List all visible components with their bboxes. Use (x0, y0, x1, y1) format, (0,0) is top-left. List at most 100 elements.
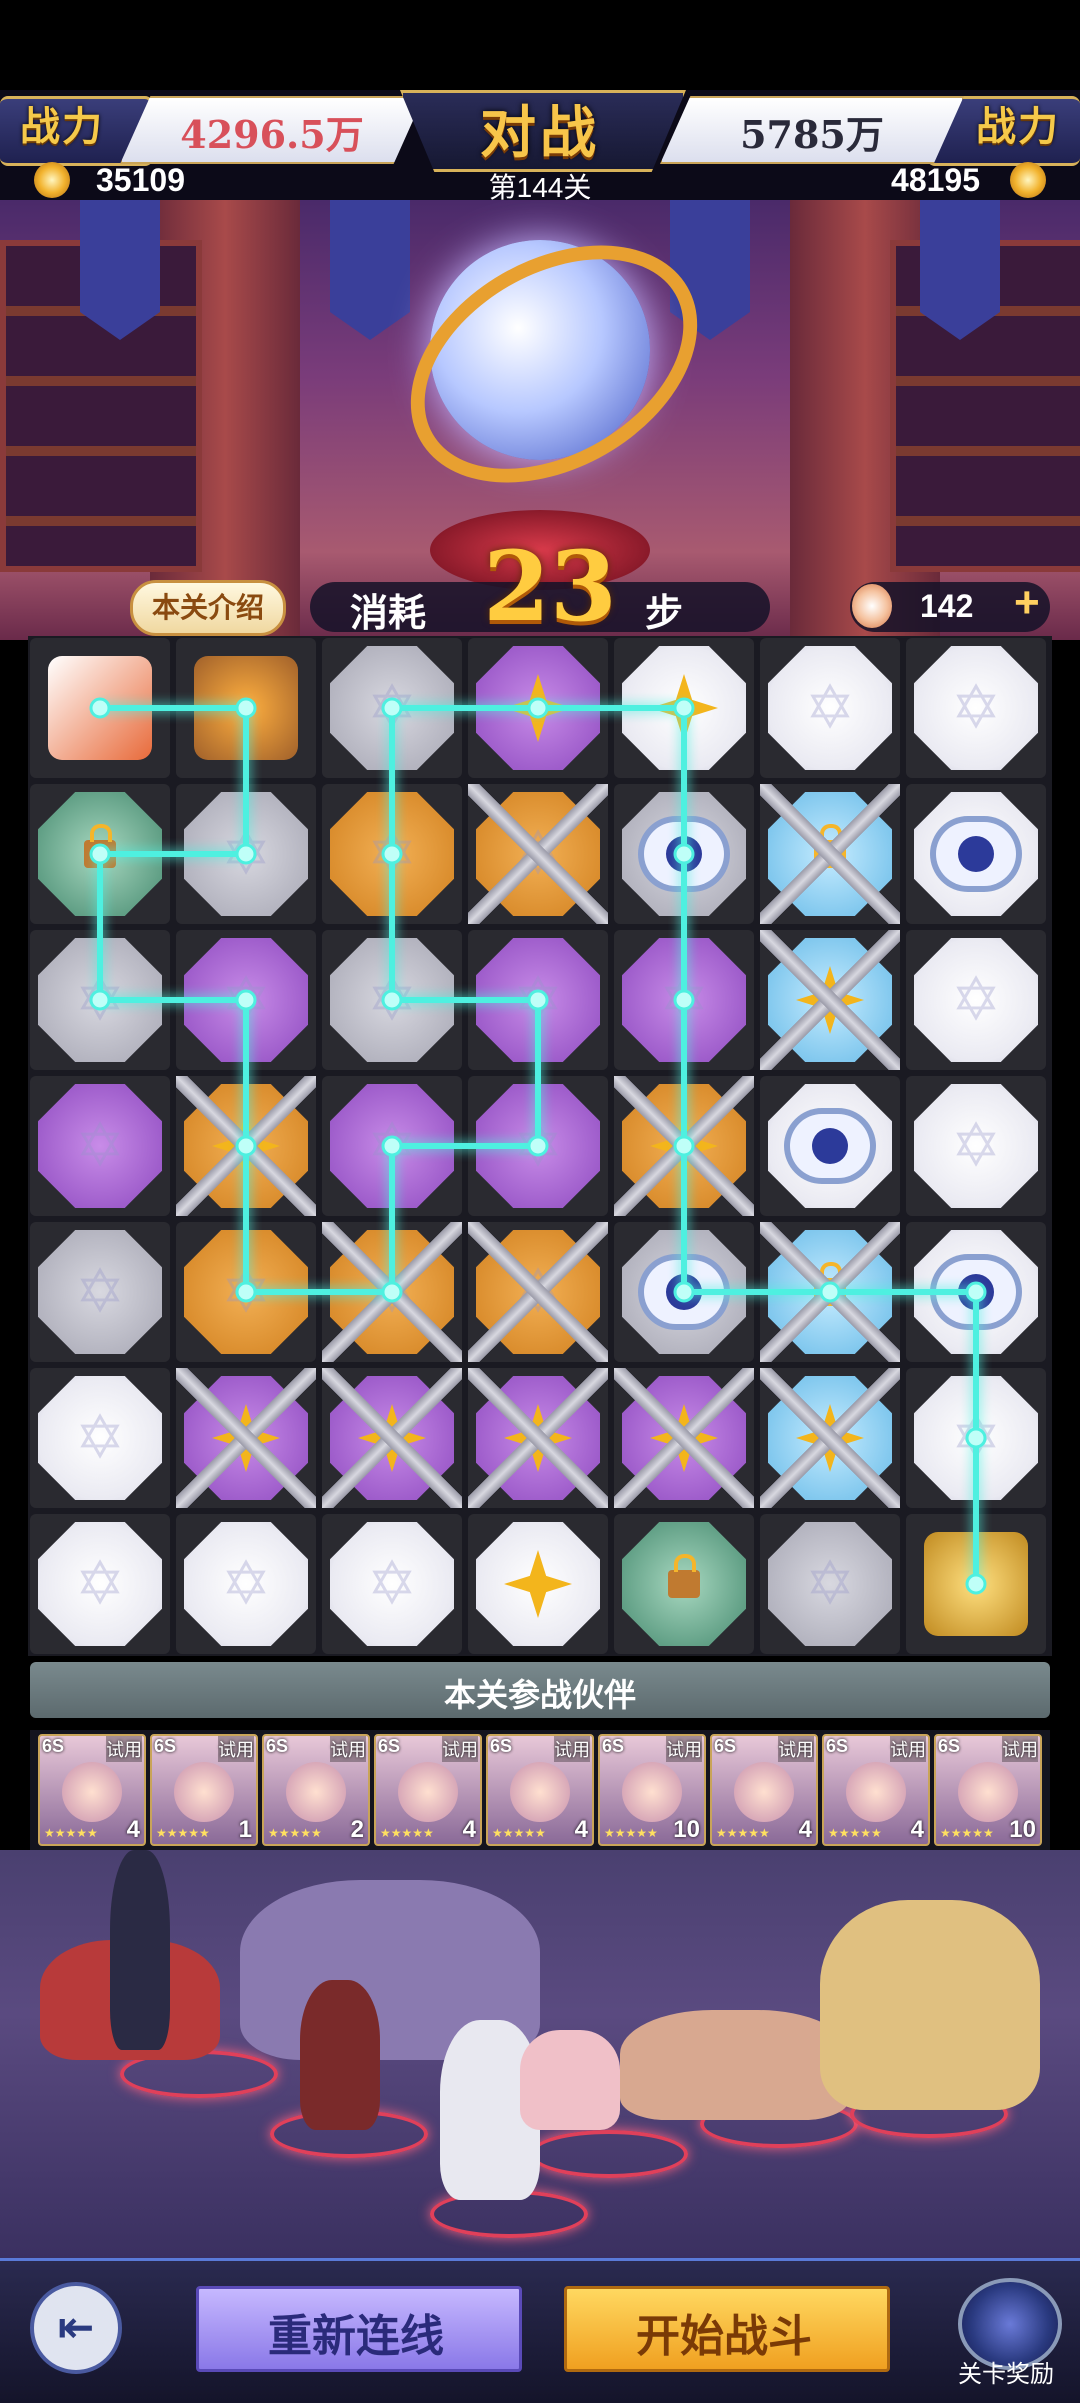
board-cell-white-bolt[interactable] (468, 1514, 608, 1654)
board-cell-purple[interactable]: ✡ (468, 930, 608, 1070)
board-cell-white-cloud[interactable] (906, 1222, 1046, 1362)
star-emblem-icon: ✡ (366, 1550, 418, 1617)
board-cell-orange[interactable]: ✡ (176, 1222, 316, 1362)
partner-card[interactable]: 6S 试用 ★★★★★ 4 (822, 1734, 930, 1846)
board-cell-green-lantern[interactable] (30, 784, 170, 924)
board-cell-white-bolt[interactable] (614, 638, 754, 778)
board-cell-grey[interactable]: ✡ (322, 930, 462, 1070)
board-cell-blue-lock-chain[interactable] (760, 784, 900, 924)
start-battle-label[interactable]: 开始战斗 (564, 2300, 884, 2364)
board-cell-orange-bolt-chain[interactable] (176, 1076, 316, 1216)
trophy-icon (924, 1532, 1028, 1636)
board-cell-white[interactable]: ✡ (906, 1368, 1046, 1508)
board-cell-orange-chain[interactable]: ✡ (468, 784, 608, 924)
star-emblem-icon: ✡ (220, 1550, 272, 1617)
board-cell-orange-chain[interactable]: ✡ (322, 1222, 462, 1362)
board-cell-torch[interactable] (176, 638, 316, 778)
coin-icon (34, 162, 70, 198)
board-cell-orange-bolt-chain[interactable] (614, 1076, 754, 1216)
board-cell-purple[interactable]: ✡ (176, 930, 316, 1070)
board-cell-blue-bolt-chain[interactable] (760, 1368, 900, 1508)
partner-level: 4 (462, 1816, 476, 1843)
board-cell-grey[interactable]: ✡ (322, 638, 462, 778)
step-unit: 步 (645, 593, 684, 635)
board-cell-purple[interactable]: ✡ (614, 930, 754, 1070)
rewire-label[interactable]: 重新连线 (196, 2300, 516, 2364)
board-cell-grey[interactable]: ✡ (30, 1222, 170, 1362)
partner-tier: 6S (714, 1736, 737, 1756)
board-cell-white[interactable]: ✡ (906, 930, 1046, 1070)
left-power-box: 4296.5万 (120, 96, 424, 164)
partner-trial-badge: 试用 (554, 1736, 590, 1762)
angel-knight-unit (820, 1900, 1040, 2110)
board-cell-white[interactable]: ✡ (906, 1076, 1046, 1216)
partner-trial-badge: 试用 (1002, 1736, 1038, 1762)
board-cell-grey-cloud[interactable] (614, 784, 754, 924)
partner-card[interactable]: 6S 试用 ★★★★★ 2 (262, 1734, 370, 1846)
partner-stars: ★★★★★ (268, 1826, 322, 1840)
board-cell-white[interactable]: ✡ (30, 1514, 170, 1654)
partner-card[interactable]: 6S 试用 ★★★★★ 4 (38, 1734, 146, 1846)
status-bar (0, 0, 1080, 90)
board-cell-trophy[interactable] (906, 1514, 1046, 1654)
board-cell-orange-chain[interactable]: ✡ (468, 1222, 608, 1362)
partner-tier: 6S (938, 1736, 961, 1756)
board-cell-purple[interactable]: ✡ (322, 1076, 462, 1216)
board-cell-purple-bolt-chain[interactable] (322, 1368, 462, 1508)
partner-card[interactable]: 6S 试用 ★★★★★ 4 (374, 1734, 482, 1846)
partner-tier: 6S (490, 1736, 513, 1756)
board-cell-purple-bolt-chain[interactable] (468, 1368, 608, 1508)
star-emblem-icon: ✡ (658, 966, 710, 1033)
partner-portrait (62, 1762, 122, 1822)
reward-label[interactable]: 关卡奖励 (950, 2354, 1062, 2389)
board-cell-white[interactable]: ✡ (176, 1514, 316, 1654)
battle-title: 对战 (480, 101, 600, 164)
board-cell-purple-bolt-chain[interactable] (176, 1368, 316, 1508)
board-cell-white[interactable]: ✡ (30, 1368, 170, 1508)
board-cell-green-lantern[interactable] (614, 1514, 754, 1654)
step-count: 23 (483, 530, 617, 643)
back-arrow-icon[interactable]: ⇤ (30, 2282, 122, 2374)
board-cell-purple[interactable]: ✡ (468, 1076, 608, 1216)
board-cell-white[interactable]: ✡ (760, 638, 900, 778)
board-cell-blue-lock-chain[interactable] (760, 1222, 900, 1362)
partner-stars: ★★★★★ (156, 1826, 210, 1840)
partner-card[interactable]: 6S 试用 ★★★★★ 10 (598, 1734, 706, 1846)
dark-knight-unit (110, 1850, 170, 2050)
board-cell-white[interactable]: ✡ (322, 1514, 462, 1654)
board-cell-rocket[interactable] (30, 638, 170, 778)
board-cell-purple-bolt-chain[interactable] (614, 1368, 754, 1508)
partner-list[interactable]: 6S 试用 ★★★★★ 4 6S 试用 ★★★★★ 1 6S 试用 ★★★★★ 2 6S 试用 ★★★★★ 4… (30, 1730, 1050, 1850)
partner-card[interactable]: 6S 试用 ★★★★★ 4 (486, 1734, 594, 1846)
left-coins: 35109 (96, 162, 185, 198)
banner (920, 200, 1000, 340)
partner-trial-badge: 试用 (218, 1736, 254, 1762)
level-intro-button[interactable]: 本关介绍 (130, 580, 286, 636)
witch-unit (300, 1980, 380, 2130)
board-cell-grey[interactable]: ✡ (760, 1514, 900, 1654)
board-cell-blue-bolt-chain[interactable] (760, 930, 900, 1070)
chain-icon (322, 1368, 462, 1508)
partner-tier: 6S (378, 1736, 401, 1756)
partner-level: 4 (126, 1816, 140, 1843)
board-cell-white-cloud[interactable] (760, 1076, 900, 1216)
board-cell-white-cloud[interactable] (906, 784, 1046, 924)
partner-card[interactable]: 6S 试用 ★★★★★ 4 (710, 1734, 818, 1846)
star-emblem-icon: ✡ (950, 1112, 1002, 1179)
partner-card[interactable]: 6S 试用 ★★★★★ 10 (934, 1734, 1042, 1846)
partner-portrait (174, 1762, 234, 1822)
board-cell-purple[interactable]: ✡ (30, 1076, 170, 1216)
board-cell-grey[interactable]: ✡ (30, 930, 170, 1070)
partner-tier: 6S (266, 1736, 289, 1756)
board-cell-grey-cloud[interactable] (614, 1222, 754, 1362)
board-cell-white[interactable]: ✡ (906, 638, 1046, 778)
board-cell-purple-bolt[interactable] (468, 638, 608, 778)
cloud-icon (644, 822, 724, 886)
add-energy-button[interactable]: + (1014, 578, 1040, 628)
energy-icon (852, 584, 892, 628)
chain-icon (468, 1222, 608, 1362)
board-cell-grey[interactable]: ✡ (176, 784, 316, 924)
board-cell-orange[interactable]: ✡ (322, 784, 462, 924)
partner-card[interactable]: 6S 试用 ★★★★★ 1 (150, 1734, 258, 1846)
banner (80, 200, 160, 340)
